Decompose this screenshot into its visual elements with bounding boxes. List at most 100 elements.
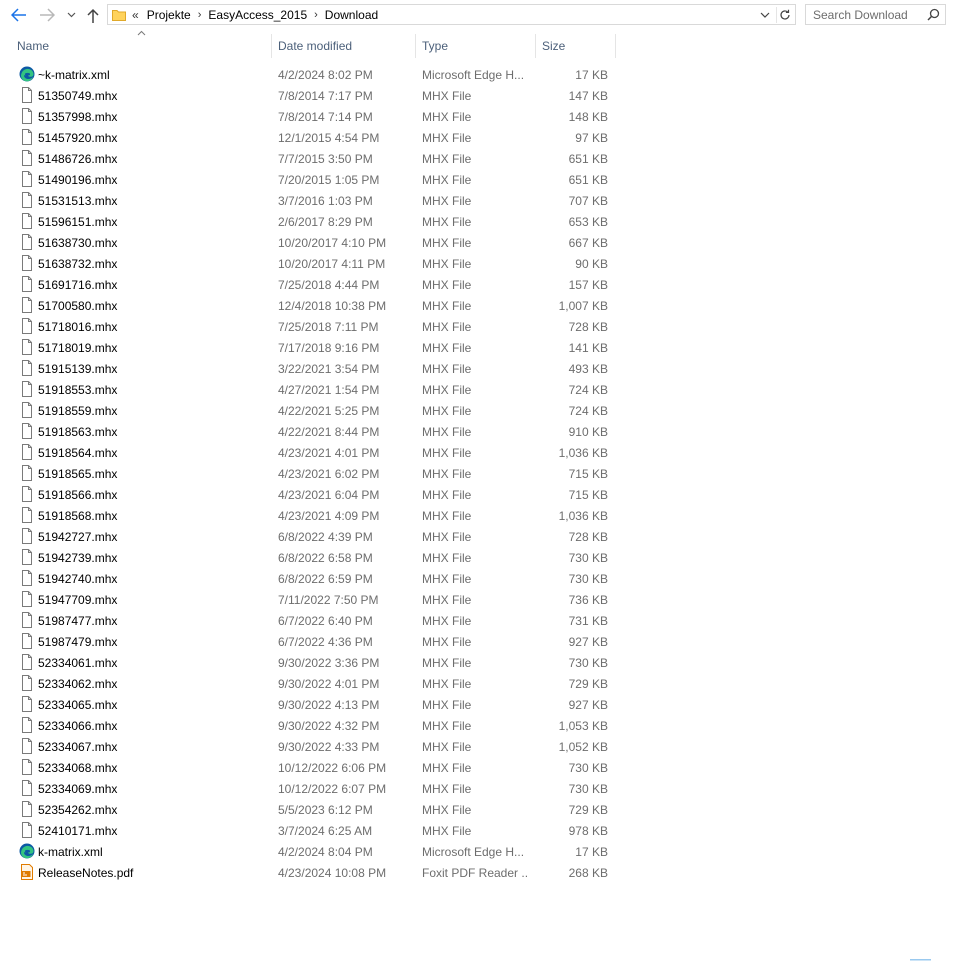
recent-locations-button[interactable] <box>63 5 79 25</box>
column-header-name[interactable]: Name <box>17 34 271 59</box>
file-row[interactable]: 51918566.mhx 4/23/2021 6:04 PM MHX File 715… <box>0 484 620 505</box>
forward-button[interactable] <box>37 5 57 25</box>
column-header-type[interactable]: Type <box>422 34 534 59</box>
file-name[interactable]: 51638732.mhx <box>38 257 117 271</box>
resize-grip[interactable] <box>910 959 931 961</box>
file-name[interactable]: ~k-matrix.xml <box>38 68 110 82</box>
file-row[interactable]: 52334067.mhx 9/30/2022 4:33 PM MHX File 1,0… <box>0 736 620 757</box>
breadcrumb-separator[interactable]: › <box>198 9 202 21</box>
file-name[interactable]: 51987477.mhx <box>38 614 117 628</box>
file-name[interactable]: 52334068.mhx <box>38 761 117 775</box>
file-name[interactable]: 51942739.mhx <box>38 551 117 565</box>
file-name[interactable]: 52334066.mhx <box>38 719 117 733</box>
file-name[interactable]: 51490196.mhx <box>38 173 117 187</box>
file-name[interactable]: 51942727.mhx <box>38 530 117 544</box>
column-header-date-modified[interactable]: Date modified <box>278 34 414 59</box>
file-row[interactable]: 51718016.mhx 7/25/2018 7:11 PM MHX File 728… <box>0 316 620 337</box>
file-row[interactable]: 51486726.mhx 7/7/2015 3:50 PM MHX File 651 … <box>0 148 620 169</box>
back-button[interactable] <box>9 5 29 25</box>
file-row[interactable]: 51918564.mhx 4/23/2021 4:01 PM MHX File 1,0… <box>0 442 620 463</box>
file-name[interactable]: ReleaseNotes.pdf <box>38 866 133 880</box>
file-row[interactable]: 51638730.mhx 10/20/2017 4:10 PM MHX File 66… <box>0 232 620 253</box>
file-name[interactable]: 51596151.mhx <box>38 215 117 229</box>
file-row[interactable]: 51987479.mhx 6/7/2022 4:36 PM MHX File 927 … <box>0 631 620 652</box>
file-name[interactable]: 51918563.mhx <box>38 425 117 439</box>
column-header-size[interactable]: Size <box>542 34 614 59</box>
file-row[interactable]: ~k-matrix.xml 4/2/2024 8:02 PM Microsoft E… <box>0 64 620 85</box>
file-name[interactable]: k-matrix.xml <box>38 845 103 859</box>
file-row[interactable]: 52334061.mhx 9/30/2022 3:36 PM MHX File 730… <box>0 652 620 673</box>
file-row[interactable]: 51357998.mhx 7/8/2014 7:14 PM MHX File 148 … <box>0 106 620 127</box>
file-row[interactable]: 51942727.mhx 6/8/2022 4:39 PM MHX File 728 … <box>0 526 620 547</box>
file-row[interactable]: 51691716.mhx 7/25/2018 4:44 PM MHX File 157… <box>0 274 620 295</box>
column-divider[interactable] <box>535 34 536 58</box>
file-row[interactable]: 52334066.mhx 9/30/2022 4:32 PM MHX File 1,0… <box>0 715 620 736</box>
file-row[interactable]: 52334068.mhx 10/12/2022 6:06 PM MHX File 73… <box>0 757 620 778</box>
file-name[interactable]: 51350749.mhx <box>38 89 117 103</box>
file-name[interactable]: 51357998.mhx <box>38 110 117 124</box>
file-name[interactable]: 51718019.mhx <box>38 341 117 355</box>
file-row[interactable]: 52354262.mhx 5/5/2023 6:12 PM MHX File 729 … <box>0 799 620 820</box>
file-name[interactable]: 52334069.mhx <box>38 782 117 796</box>
file-row[interactable]: 51457920.mhx 12/1/2015 4:54 PM MHX File 97 … <box>0 127 620 148</box>
file-row[interactable]: 51915139.mhx 3/22/2021 3:54 PM MHX File 493… <box>0 358 620 379</box>
file-name[interactable]: 51718016.mhx <box>38 320 117 334</box>
file-name[interactable]: 51457920.mhx <box>38 131 117 145</box>
search-icon[interactable] <box>927 8 940 21</box>
file-row[interactable]: 52334065.mhx 9/30/2022 4:13 PM MHX File 927… <box>0 694 620 715</box>
breadcrumb-easyaccess[interactable]: EasyAccess_2015 <box>208 8 307 22</box>
file-row[interactable]: 51531513.mhx 3/7/2016 1:03 PM MHX File 707 … <box>0 190 620 211</box>
file-name[interactable]: 51531513.mhx <box>38 194 117 208</box>
address-history-button[interactable] <box>757 7 773 23</box>
file-row[interactable]: 51918563.mhx 4/22/2021 8:44 PM MHX File 910… <box>0 421 620 442</box>
file-name[interactable]: 51915139.mhx <box>38 362 117 376</box>
file-name[interactable]: 51918553.mhx <box>38 383 117 397</box>
file-row[interactable]: k-matrix.xml 4/2/2024 8:04 PM Microsoft Ed… <box>0 841 620 862</box>
file-name[interactable]: 51691716.mhx <box>38 278 117 292</box>
file-name[interactable]: 52334067.mhx <box>38 740 117 754</box>
file-name[interactable]: 51918566.mhx <box>38 488 117 502</box>
breadcrumb-overflow[interactable]: « <box>132 8 139 22</box>
file-row[interactable]: 52410171.mhx 3/7/2024 6:25 AM MHX File 978 … <box>0 820 620 841</box>
file-name[interactable]: 51942740.mhx <box>38 572 117 586</box>
refresh-button[interactable] <box>776 7 793 23</box>
file-row[interactable]: 51942740.mhx 6/8/2022 6:59 PM MHX File 730 … <box>0 568 620 589</box>
file-name[interactable]: 51947709.mhx <box>38 593 117 607</box>
file-row[interactable]: 52334062.mhx 9/30/2022 4:01 PM MHX File 729… <box>0 673 620 694</box>
file-name[interactable]: 51918565.mhx <box>38 467 117 481</box>
file-row[interactable]: 51918565.mhx 4/23/2021 6:02 PM MHX File 715… <box>0 463 620 484</box>
file-row[interactable]: 51700580.mhx 12/4/2018 10:38 PM MHX File 1,… <box>0 295 620 316</box>
file-name[interactable]: 51918568.mhx <box>38 509 117 523</box>
up-button[interactable] <box>83 5 103 25</box>
search-input[interactable] <box>806 5 923 24</box>
file-name[interactable]: 52334065.mhx <box>38 698 117 712</box>
file-name[interactable]: 51987479.mhx <box>38 635 117 649</box>
breadcrumb-projekte[interactable]: Projekte <box>147 8 191 22</box>
file-name[interactable]: 52334062.mhx <box>38 677 117 691</box>
file-row[interactable]: 51918568.mhx 4/23/2021 4:09 PM MHX File 1,0… <box>0 505 620 526</box>
file-row[interactable]: 51596151.mhx 2/6/2017 8:29 PM MHX File 653 … <box>0 211 620 232</box>
breadcrumb-separator[interactable]: › <box>314 9 318 21</box>
file-row[interactable]: 51638732.mhx 10/20/2017 4:11 PM MHX File 90… <box>0 253 620 274</box>
file-name[interactable]: 51638730.mhx <box>38 236 117 250</box>
breadcrumb-download[interactable]: Download <box>325 8 378 22</box>
file-name[interactable]: 51486726.mhx <box>38 152 117 166</box>
file-name[interactable]: 52334061.mhx <box>38 656 117 670</box>
search-box[interactable] <box>805 4 946 25</box>
file-row[interactable]: 51350749.mhx 7/8/2014 7:17 PM MHX File 147 … <box>0 85 620 106</box>
file-row[interactable]: ReleaseNotes.pdf 4/23/2024 10:08 PM Foxit … <box>0 862 620 883</box>
file-name[interactable]: 51700580.mhx <box>38 299 117 313</box>
file-name[interactable]: 52410171.mhx <box>38 824 117 838</box>
file-row[interactable]: 51918553.mhx 4/27/2021 1:54 PM MHX File 724… <box>0 379 620 400</box>
file-row[interactable]: 51947709.mhx 7/11/2022 7:50 PM MHX File 736… <box>0 589 620 610</box>
file-row[interactable]: 51987477.mhx 6/7/2022 6:40 PM MHX File 731 … <box>0 610 620 631</box>
column-divider[interactable] <box>271 34 272 58</box>
file-row[interactable]: 51918559.mhx 4/22/2021 5:25 PM MHX File 724… <box>0 400 620 421</box>
file-row[interactable]: 52334069.mhx 10/12/2022 6:07 PM MHX File 73… <box>0 778 620 799</box>
file-name[interactable]: 51918559.mhx <box>38 404 117 418</box>
file-row[interactable]: 51718019.mhx 7/17/2018 9:16 PM MHX File 141… <box>0 337 620 358</box>
address-bar[interactable]: « Projekte › EasyAccess_2015 › Download <box>107 4 796 25</box>
file-name[interactable]: 52354262.mhx <box>38 803 117 817</box>
column-divider[interactable] <box>615 34 616 58</box>
file-row[interactable]: 51490196.mhx 7/20/2015 1:05 PM MHX File 651… <box>0 169 620 190</box>
